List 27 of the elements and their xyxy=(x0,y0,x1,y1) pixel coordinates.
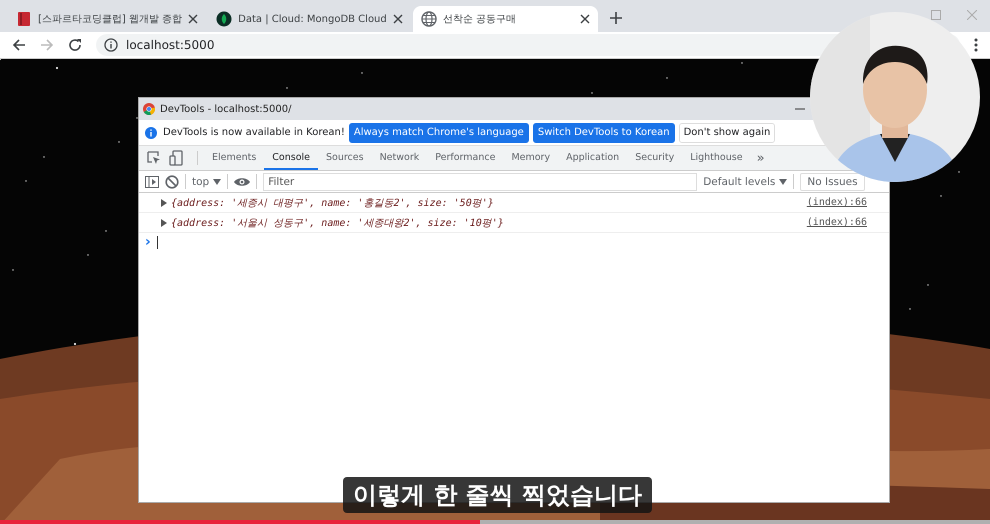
info-button[interactable]: Switch DevTools to Korean xyxy=(532,122,675,142)
window-title: DevTools - localhost:5000/ xyxy=(160,104,292,114)
panel-tab[interactable]: Memory xyxy=(503,146,558,170)
panel-tab[interactable]: Application xyxy=(558,146,628,170)
browser-tab[interactable]: [스파르타코딩클럽] 웹개발 종합 xyxy=(8,6,206,32)
info-button[interactable]: Always match Chrome's language xyxy=(348,122,529,142)
info-button[interactable]: Don't show again xyxy=(678,122,776,142)
browser-tab[interactable]: 선착순 공동구매 xyxy=(412,6,598,32)
context-dropdown[interactable]: top xyxy=(192,176,222,188)
source-link[interactable]: (index):66 xyxy=(806,217,867,228)
log-message: {address: '세종시 대평구', name: '홍길동2', size: '50평'} xyxy=(171,196,495,210)
panel-tab[interactable]: Console xyxy=(264,146,318,170)
source-link[interactable]: (index):66 xyxy=(806,197,867,208)
more-tabs-button[interactable]: » xyxy=(750,146,771,170)
levels-dropdown[interactable]: Default levels xyxy=(703,176,788,188)
log-message: {address: '서울시 성동구', name: '세종대왕2', size: '10평'} xyxy=(171,216,505,230)
browser-tab[interactable]: Data | Cloud: MongoDB Cloud xyxy=(208,6,411,32)
panel-tab[interactable]: Security xyxy=(627,146,682,170)
subtitle: 이렇게 한 줄씩 찍었습니다 xyxy=(343,477,652,513)
panel-tab[interactable]: Network xyxy=(372,146,428,170)
panel-tab[interactable]: Sources xyxy=(318,146,372,170)
filter-field[interactable]: Filter xyxy=(263,172,698,190)
panel-tab[interactable]: Lighthouse xyxy=(682,146,751,170)
info-message: DevTools is now available in Korean! xyxy=(163,127,345,138)
prompt-icon: › xyxy=(145,234,151,250)
panel-tab[interactable]: Performance xyxy=(427,146,504,170)
panel-tab[interactable]: Elements xyxy=(204,146,264,170)
